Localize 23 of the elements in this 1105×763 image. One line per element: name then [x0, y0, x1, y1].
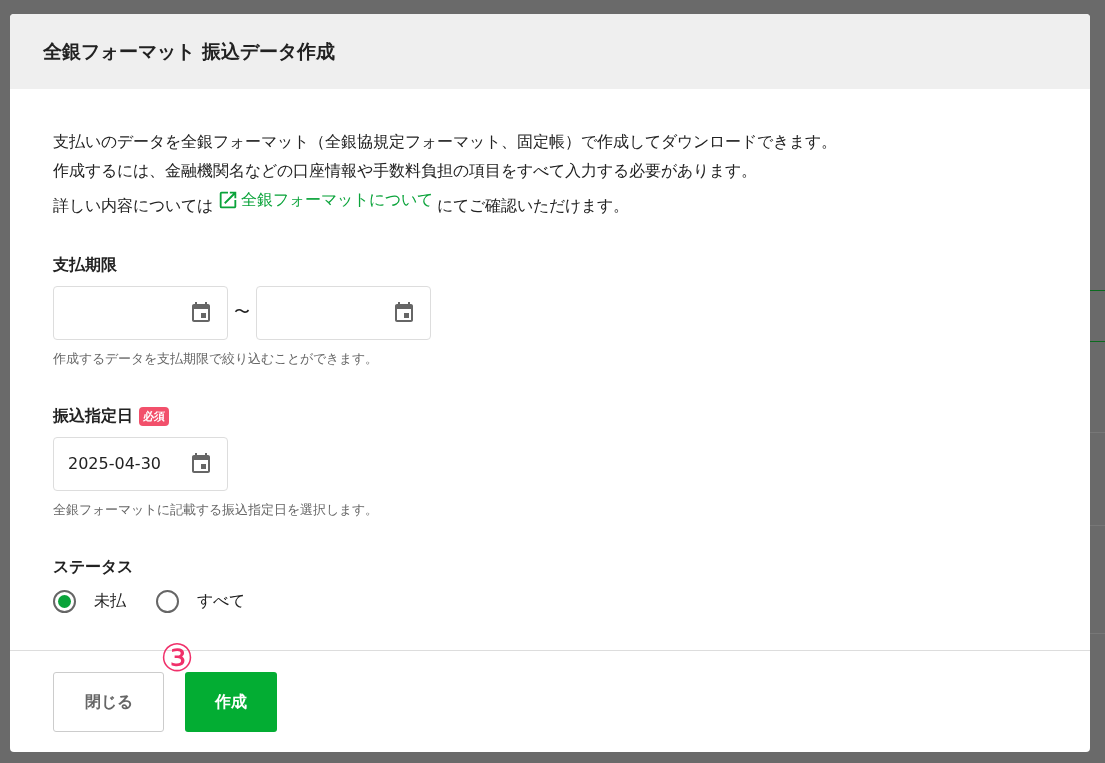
calendar-icon[interactable] [392, 300, 416, 325]
field-label: ステータス [53, 556, 133, 578]
calendar-icon[interactable] [189, 451, 213, 476]
date-field[interactable]: 2025-04-30 [53, 436, 228, 491]
radio-label[interactable]: すべて [197, 590, 245, 612]
date-field[interactable] [256, 285, 431, 340]
description-text: 支払いのデータを全銀フォーマット（全銀協規定フォーマット、固定帳）で作成してダウンロードできます。 [53, 131, 838, 153]
dialog-title: 全銀フォーマット 振込データ作成 [43, 38, 335, 64]
field-label: 支払期限 [53, 254, 117, 276]
range-separator: 〜 [234, 302, 250, 323]
required-badge: 必須 [139, 406, 169, 426]
description-text: 詳しい内容については 全銀フォーマットについて にてご確認いただけます。 [53, 185, 1047, 220]
radio-label[interactable]: 未払 [94, 590, 126, 612]
format-link[interactable]: 全銀フォーマットについて [217, 185, 433, 214]
date-field[interactable] [53, 285, 228, 340]
close-button[interactable]: 閉じる [53, 672, 164, 732]
radio-button[interactable] [53, 589, 76, 613]
radio-button[interactable] [156, 589, 179, 613]
hint-text: 作成するデータを支払期限で絞り込むことができます。 [53, 349, 379, 368]
field-label: 振込指定日 [53, 405, 133, 427]
description-text: 作成するには、金融機関名などの口座情報や手数料負担の項目をすべて入力する必要があります。 [53, 160, 758, 182]
hint-text: 全銀フォーマットに記載する振込指定日を選択します。 [53, 500, 379, 519]
calendar-icon[interactable] [189, 300, 213, 325]
